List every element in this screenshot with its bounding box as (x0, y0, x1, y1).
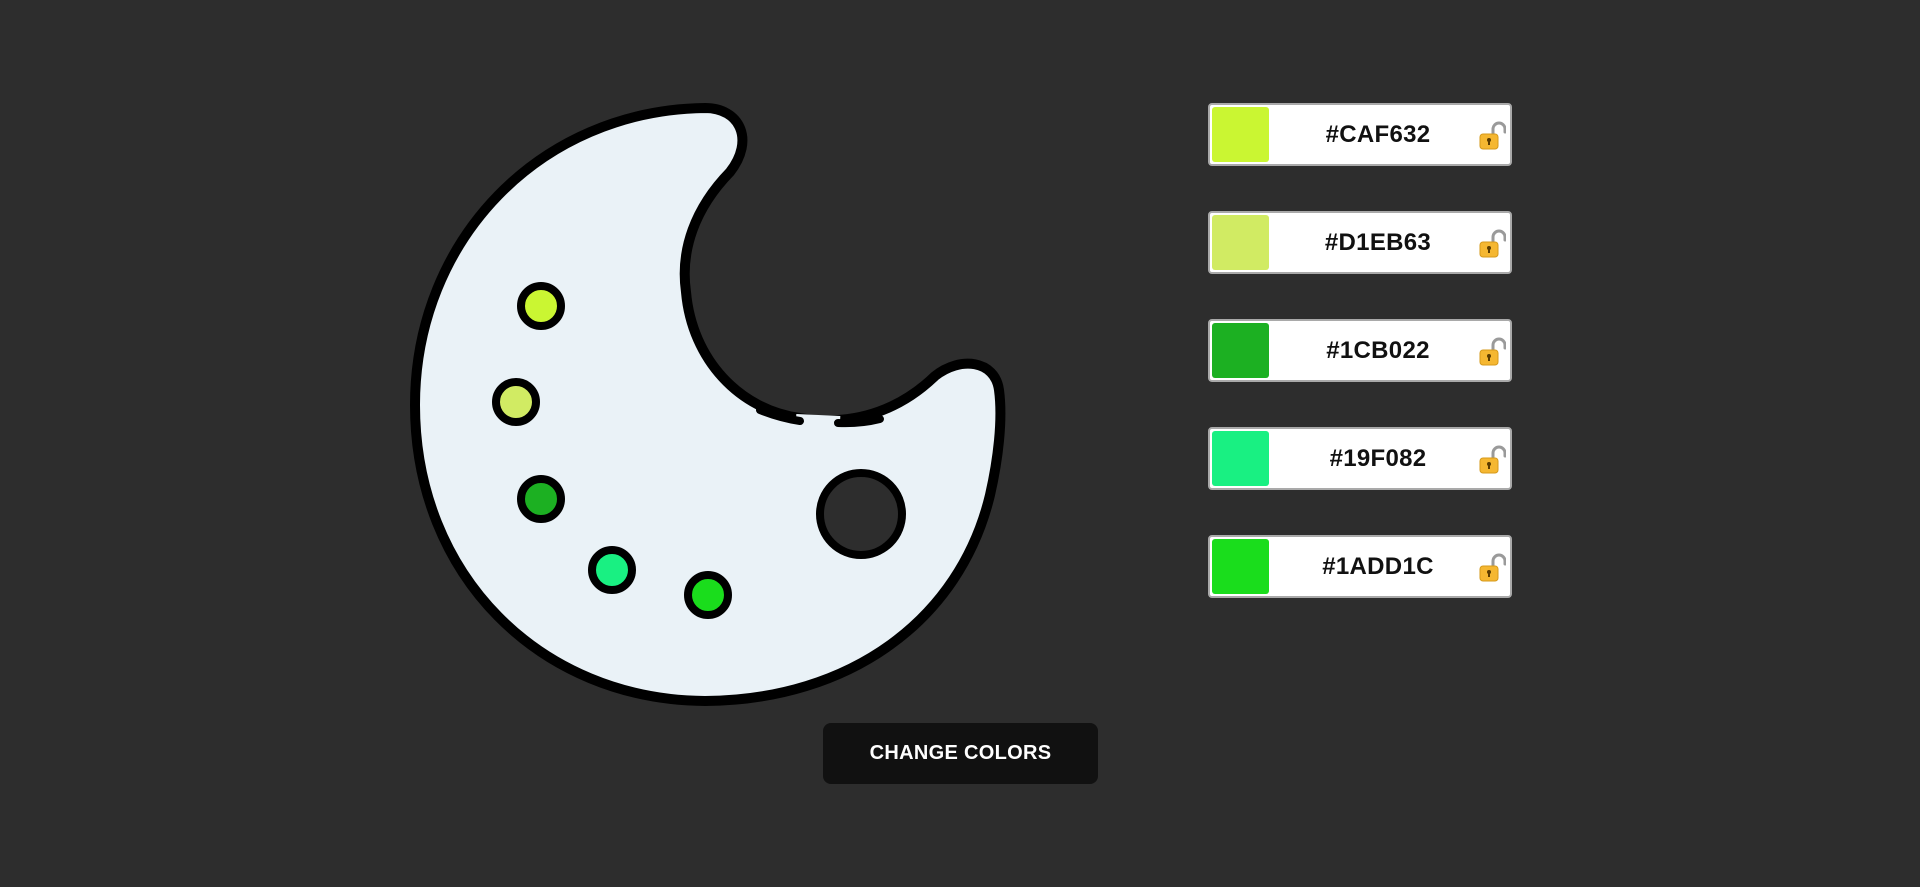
palette-thumb-hole (816, 469, 906, 559)
swatch-list: #CAF632 #D1EB63 #1CB022 #19F082 #1ADD1C (1208, 103, 1512, 643)
paint-dot (517, 282, 565, 330)
paint-dot (588, 546, 636, 594)
swatch-row[interactable]: #19F082 (1208, 427, 1512, 490)
swatch-color-chip (1212, 107, 1269, 162)
lock-open-icon[interactable] (1478, 229, 1506, 259)
swatch-color-chip (1212, 539, 1269, 594)
swatch-hex-label: #1ADD1C (1322, 553, 1434, 580)
paint-dot (517, 475, 565, 523)
swatch-row[interactable]: #1CB022 (1208, 319, 1512, 382)
swatch-hex-label: #D1EB63 (1324, 229, 1432, 256)
paint-dot (684, 571, 732, 619)
change-colors-button[interactable]: CHANGE COLORS (823, 723, 1098, 784)
app-root: #CAF632 #D1EB63 #1CB022 #19F082 #1ADD1C CHAN… (0, 0, 1920, 887)
lock-open-icon[interactable] (1478, 553, 1506, 583)
swatch-color-chip (1212, 431, 1269, 486)
palette-inner-stroke-right (834, 415, 884, 428)
swatch-row[interactable]: #D1EB63 (1208, 211, 1512, 274)
lock-open-icon[interactable] (1478, 121, 1506, 151)
swatch-color-chip (1212, 215, 1269, 270)
lock-open-icon[interactable] (1478, 337, 1506, 367)
swatch-row[interactable]: #1ADD1C (1208, 535, 1512, 598)
swatch-hex-label: #CAF632 (1325, 121, 1431, 148)
swatch-hex-label: #19F082 (1329, 445, 1427, 472)
paint-dot (492, 378, 540, 426)
lock-open-icon[interactable] (1478, 445, 1506, 475)
swatch-row[interactable]: #CAF632 (1208, 103, 1512, 166)
swatch-hex-label: #1CB022 (1326, 337, 1430, 364)
swatch-color-chip (1212, 323, 1269, 378)
